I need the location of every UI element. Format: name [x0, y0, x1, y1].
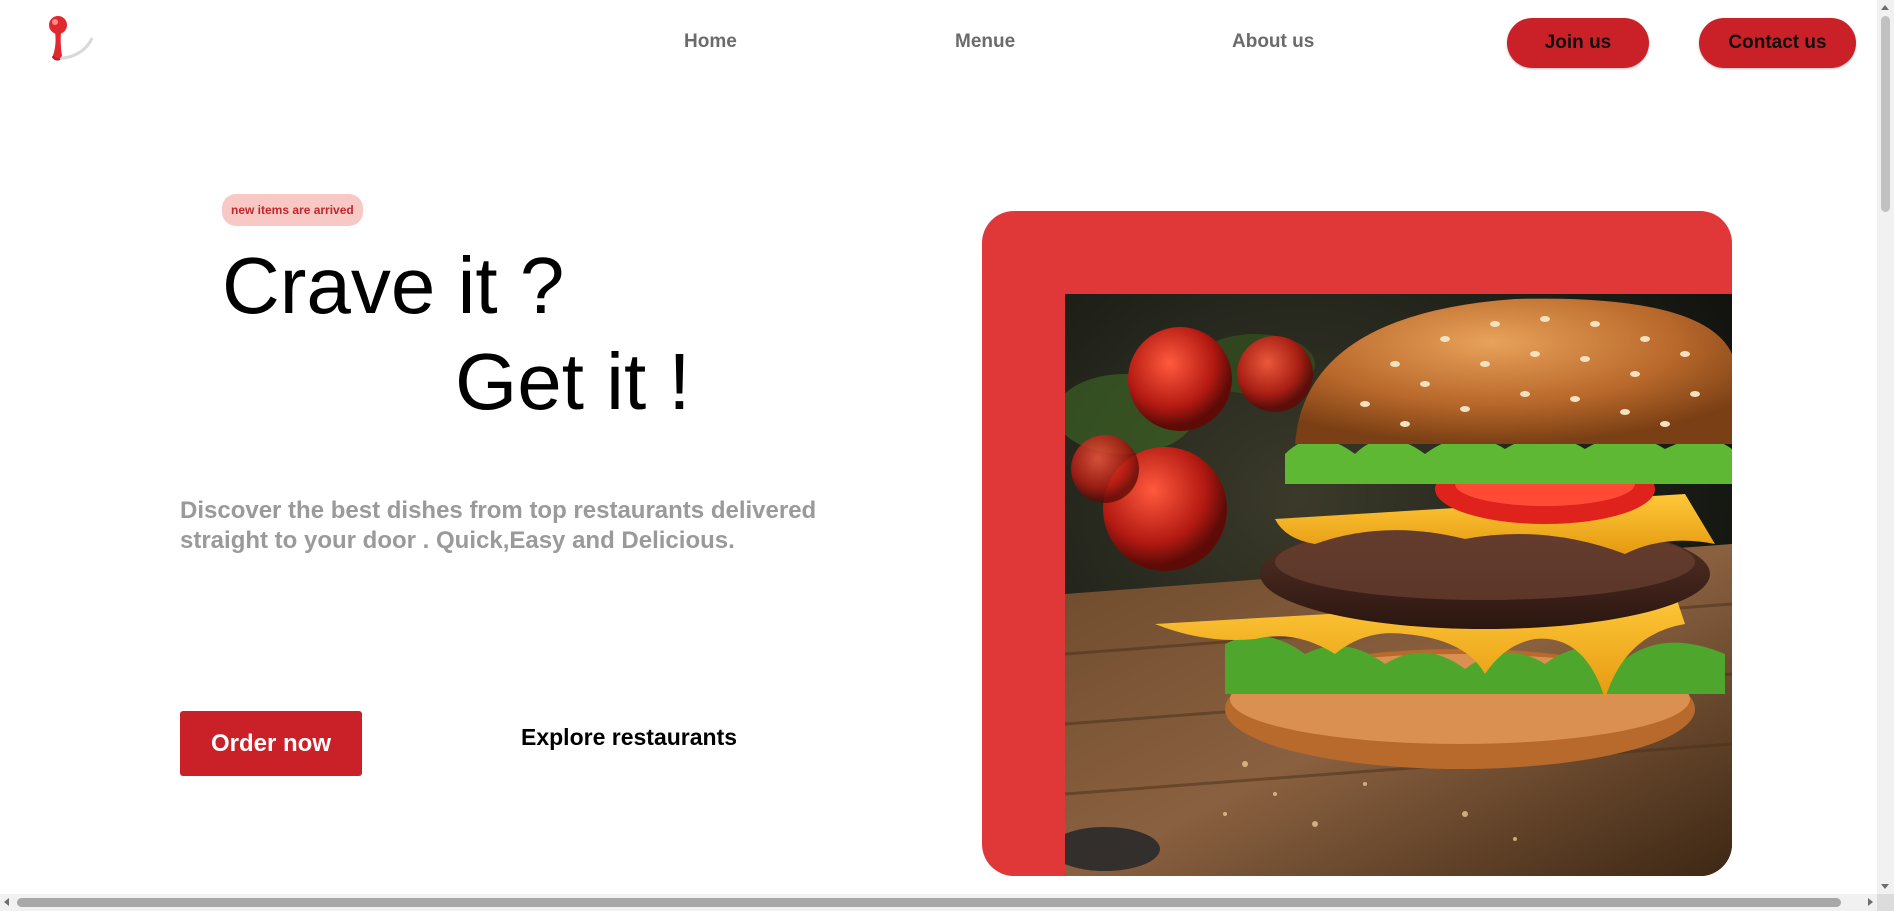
scroll-right-arrow-icon[interactable] — [1868, 898, 1873, 906]
nav-menu[interactable]: Menue — [955, 31, 1015, 53]
scroll-down-arrow-icon[interactable] — [1881, 884, 1889, 889]
contact-us-button[interactable]: Contact us — [1699, 18, 1856, 68]
hero-image-frame — [982, 211, 1732, 876]
nav-about[interactable]: About us — [1232, 31, 1314, 53]
scroll-up-arrow-icon[interactable] — [1881, 5, 1889, 10]
new-items-badge: new items are arrived — [222, 194, 363, 226]
page: Home Menue About us Join us Contact us n… — [0, 0, 1894, 911]
headline-line-2: Get it ! — [455, 337, 691, 426]
burger-image — [1065, 294, 1732, 876]
hero-description: Discover the best dishes from top restau… — [180, 497, 817, 554]
headline-line-1: Crave it ? — [222, 241, 565, 330]
scroll-left-arrow-icon[interactable] — [4, 898, 9, 906]
logo-icon[interactable] — [40, 14, 100, 66]
nav-home[interactable]: Home — [684, 31, 737, 53]
order-now-button[interactable]: Order now — [180, 711, 362, 776]
vertical-scroll-thumb[interactable] — [1881, 16, 1890, 212]
horizontal-scrollbar[interactable] — [0, 894, 1877, 911]
vertical-scrollbar[interactable] — [1877, 0, 1894, 894]
explore-restaurants-link[interactable]: Explore restaurants — [521, 724, 737, 751]
scrollbar-corner — [1877, 894, 1894, 911]
horizontal-scroll-thumb[interactable] — [17, 898, 1841, 907]
join-us-button[interactable]: Join us — [1507, 18, 1649, 68]
